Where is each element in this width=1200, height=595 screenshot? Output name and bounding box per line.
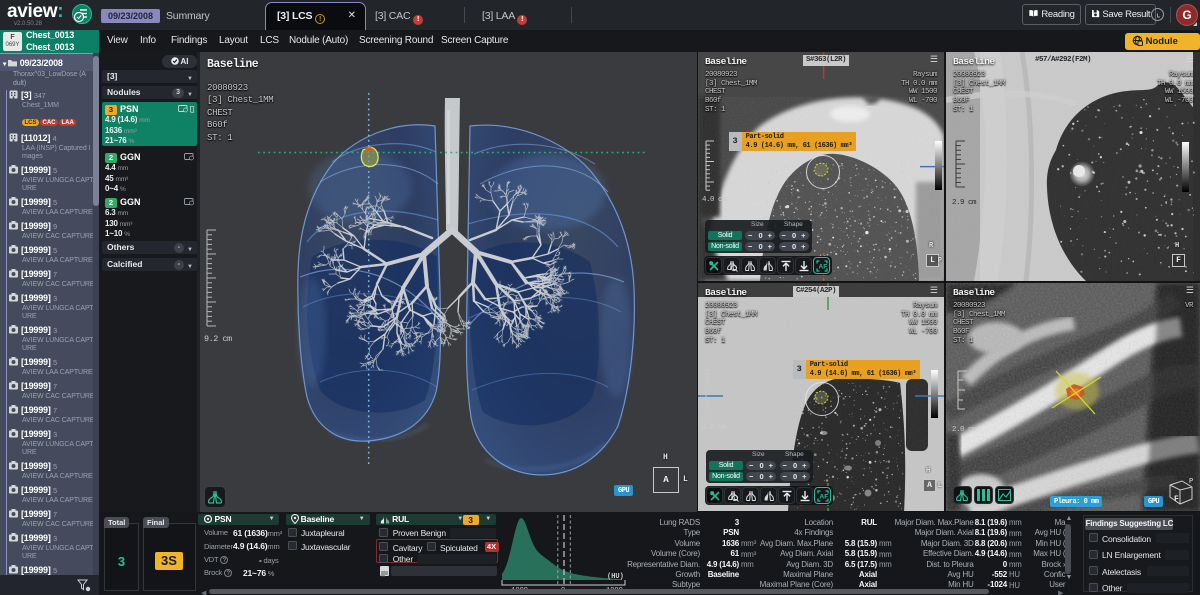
svg-text:9.2 cm: 9.2 cm bbox=[204, 334, 232, 344]
svg-text:P: P bbox=[1189, 478, 1193, 486]
svg-text:AF: AF bbox=[818, 264, 827, 271]
svg-text:F: F bbox=[1174, 495, 1179, 504]
svg-text:2.9 cm: 2.9 cm bbox=[952, 199, 977, 207]
svg-text:4.0 cm: 4.0 cm bbox=[702, 424, 727, 432]
svg-text:2.0 cm: 2.0 cm bbox=[952, 426, 977, 434]
svg-text:AF: AF bbox=[819, 494, 828, 501]
svg-text:4.0 cm: 4.0 cm bbox=[702, 196, 727, 204]
